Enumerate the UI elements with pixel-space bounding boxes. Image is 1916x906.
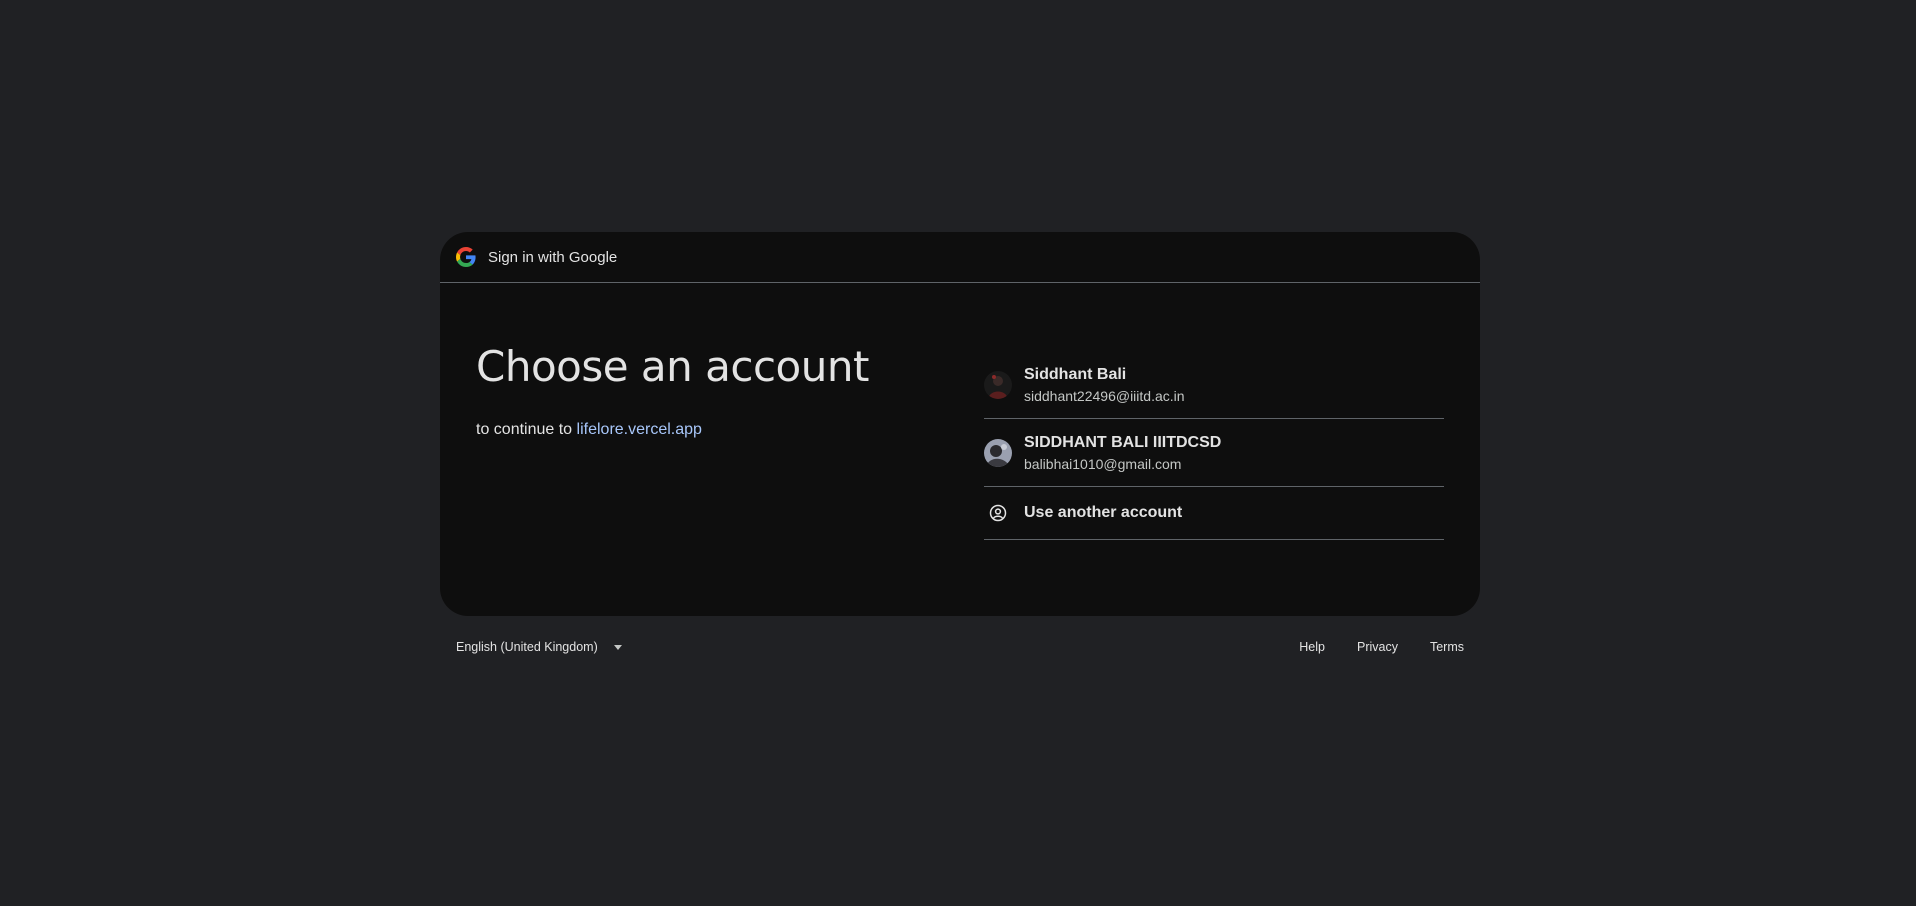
google-g-icon xyxy=(456,247,476,267)
use-another-account-button[interactable]: Use another account xyxy=(984,487,1444,540)
sign-in-card: Sign in with Google Choose an account to… xyxy=(440,232,1480,616)
caret-down-icon xyxy=(613,644,622,650)
use-another-account-label: Use another account xyxy=(1024,504,1183,521)
card-body: Choose an account to continue to lifelor… xyxy=(440,283,1480,615)
header-title: Sign in with Google xyxy=(488,248,618,266)
footer-links: Help Privacy Terms xyxy=(1299,640,1464,654)
footer: English (United Kingdom) Help Privacy Te… xyxy=(440,636,1480,660)
account-list: Siddhant Bali siddhant22496@iiitd.ac.in … xyxy=(984,351,1444,540)
terms-link[interactable]: Terms xyxy=(1430,640,1464,654)
account-name: SIDDHANT BALI IIITDCSD xyxy=(1024,433,1222,451)
account-text: SIDDHANT BALI IIITDCSD balibhai1010@gmai… xyxy=(1024,432,1221,474)
avatar xyxy=(984,438,1012,467)
account-email: siddhant22496@iiitd.ac.in xyxy=(1024,387,1185,404)
account-name: Siddhant Bali xyxy=(1024,365,1127,383)
left-pane: Choose an account to continue to lifelor… xyxy=(476,341,869,439)
language-select[interactable]: English (United Kingdom) xyxy=(456,640,622,654)
avatar xyxy=(984,370,1012,399)
account-circle-icon xyxy=(984,499,1012,527)
account-text: Siddhant Bali siddhant22496@iiitd.ac.in xyxy=(1024,364,1185,406)
account-email: balibhai1010@gmail.com xyxy=(1024,455,1182,472)
app-name-link[interactable]: lifelore.vercel.app xyxy=(577,421,702,438)
subtitle: to continue to lifelore.vercel.app xyxy=(476,421,869,439)
language-label: English (United Kingdom) xyxy=(456,640,598,654)
help-link[interactable]: Help xyxy=(1299,640,1325,654)
subtitle-prefix: to continue to xyxy=(476,421,573,438)
account-item-siddhant-bali[interactable]: Siddhant Bali siddhant22496@iiitd.ac.in xyxy=(984,351,1444,419)
page-title: Choose an account xyxy=(476,342,869,391)
card-header: Sign in with Google xyxy=(440,232,1480,283)
account-item-siddhant-bali-iiitdcsd[interactable]: SIDDHANT BALI IIITDCSD balibhai1010@gmai… xyxy=(984,419,1444,487)
privacy-link[interactable]: Privacy xyxy=(1357,640,1398,654)
